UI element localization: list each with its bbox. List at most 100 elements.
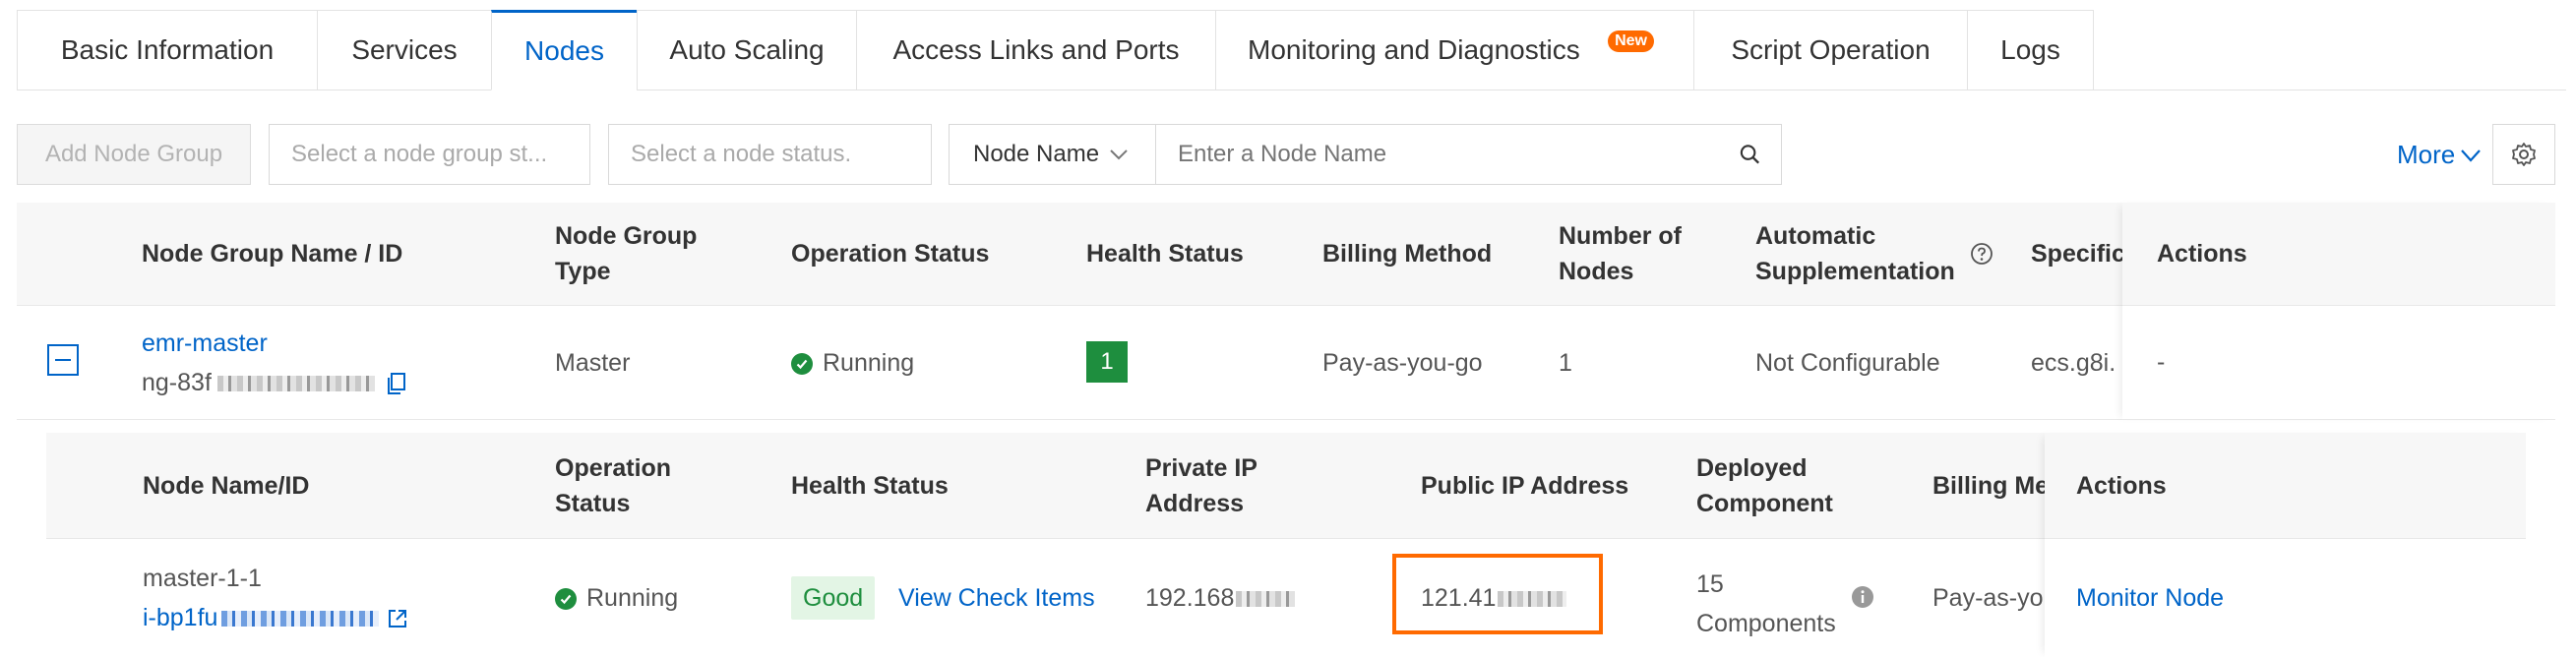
- header-billing-method: Billing Me: [1932, 472, 2045, 500]
- header-line: Supplementation: [1755, 258, 1955, 285]
- header-line: Status: [555, 490, 631, 517]
- tab-logs[interactable]: Logs: [1967, 10, 2094, 90]
- add-node-group-button[interactable]: Add Node Group: [17, 124, 251, 185]
- header-node-operation-status: Operation Status: [555, 450, 671, 521]
- header-node-group-type: Node Group Type: [555, 218, 697, 289]
- tab-label: Auto Scaling: [669, 34, 825, 65]
- health-count-badge[interactable]: 1: [1086, 341, 1128, 383]
- node-billing-method: Pay-as-yo: [1932, 584, 2044, 612]
- view-check-items-link[interactable]: View Check Items: [898, 584, 1095, 613]
- header-specification: Specific: [2031, 240, 2125, 268]
- tab-bar: Basic Information Services Nodes Auto Sc…: [17, 10, 2094, 90]
- tab-script-operation[interactable]: Script Operation: [1693, 10, 1967, 90]
- header-billing-method: Billing Method: [1322, 240, 1493, 268]
- private-ip: 192.168: [1145, 584, 1296, 613]
- search-field-label: Node Name: [973, 141, 1100, 167]
- node-group-id: ng-83f: [142, 369, 406, 397]
- header-line: Component: [1696, 490, 1833, 517]
- tab-access-links-and-ports[interactable]: Access Links and Ports: [856, 10, 1215, 90]
- tab-label: Basic Information: [60, 34, 275, 65]
- search-input[interactable]: [1156, 125, 1739, 184]
- info-icon[interactable]: [1851, 585, 1874, 609]
- check-circle-icon: [555, 587, 577, 610]
- header-private-ip: Private IP Address: [1145, 450, 1257, 521]
- header-node-name: Node Name/ID: [143, 472, 310, 500]
- header-line: Address: [1145, 490, 1245, 517]
- node-group-status-placeholder: Select a node group st...: [291, 141, 548, 167]
- header-line: Node Group: [555, 222, 698, 250]
- header-number-of-nodes: Number of Nodes: [1559, 218, 1682, 289]
- header-node-actions: Actions: [2076, 472, 2167, 500]
- node-actions-column: Actions Monitor Node: [2045, 433, 2526, 657]
- node-name: master-1-1: [143, 565, 262, 592]
- header-line: Number of: [1559, 222, 1682, 250]
- node-operation-status-text: Running: [586, 584, 679, 612]
- health-good-tag: Good: [791, 576, 876, 620]
- collapse-row-toggle[interactable]: [47, 344, 79, 376]
- public-ip-highlight: [1392, 554, 1603, 634]
- node-name-search: [1155, 124, 1782, 185]
- tab-label: Nodes: [524, 35, 604, 66]
- new-badge: New: [1608, 30, 1654, 52]
- tab-nodes[interactable]: Nodes: [491, 10, 637, 90]
- settings-button[interactable]: [2492, 124, 2555, 185]
- tab-label: Access Links and Ports: [892, 34, 1180, 65]
- header-node-health-status: Health Status: [791, 472, 949, 500]
- node-id-link[interactable]: i-bp1fu: [143, 604, 408, 632]
- actions-column: Actions -: [2122, 203, 2555, 420]
- check-circle-icon: [791, 352, 813, 375]
- components-count: 15: [1696, 570, 1724, 598]
- header-public-ip: Public IP Address: [1421, 472, 1629, 500]
- redacted-text: [221, 610, 380, 627]
- header-line: Deployed: [1696, 454, 1808, 482]
- header-operation-status: Operation Status: [791, 240, 990, 268]
- gear-icon: [2512, 143, 2536, 166]
- tab-label: Services: [351, 34, 458, 65]
- tab-basic-information[interactable]: Basic Information: [17, 10, 317, 90]
- chevron-down-icon: [1110, 149, 1128, 160]
- search-icon[interactable]: [1739, 143, 1761, 166]
- tab-label: Script Operation: [1731, 34, 1931, 65]
- help-circle-icon[interactable]: [1970, 242, 1993, 266]
- monitor-node-link[interactable]: Monitor Node: [2076, 584, 2224, 613]
- copy-icon[interactable]: [387, 372, 406, 395]
- deployed-components: 15 Components: [1696, 565, 1836, 643]
- node-status-placeholder: Select a node status.: [631, 141, 852, 167]
- header-node-group-name: Node Group Name / ID: [142, 240, 403, 268]
- node-status-select[interactable]: Select a node status.: [608, 124, 932, 185]
- automatic-supplementation: Not Configurable: [1755, 349, 1940, 377]
- redacted-text: [216, 375, 375, 391]
- node-group-name-link[interactable]: emr-master: [142, 329, 268, 358]
- billing-method: Pay-as-you-go: [1322, 349, 1483, 377]
- node-count: 1: [1559, 349, 1572, 377]
- operation-status-text: Running: [823, 349, 915, 377]
- header-line: Type: [555, 258, 611, 285]
- more-label: More: [2397, 140, 2456, 169]
- search-field-select[interactable]: Node Name: [949, 124, 1156, 185]
- private-ip-text: 192.168: [1145, 584, 1235, 612]
- node-group-type: Master: [555, 349, 631, 377]
- node-operation-status: Running: [555, 584, 678, 613]
- more-button[interactable]: More: [2397, 140, 2483, 170]
- header-automatic-supplementation: Automatic Supplementation: [1755, 218, 1955, 289]
- node-group-status-select[interactable]: Select a node group st...: [269, 124, 590, 185]
- tab-monitoring-and-diagnostics[interactable]: Monitoring and Diagnostics New: [1215, 10, 1693, 90]
- header-health-status: Health Status: [1086, 240, 1244, 268]
- tab-services[interactable]: Services: [317, 10, 491, 90]
- tab-label: Monitoring and Diagnostics: [1248, 34, 1580, 65]
- tab-auto-scaling[interactable]: Auto Scaling: [637, 10, 856, 90]
- node-group-id-text: ng-83f: [142, 369, 212, 396]
- header-line: Private IP: [1145, 454, 1257, 482]
- header-deployed-component: Deployed Component: [1696, 450, 1833, 521]
- tab-label: Logs: [2000, 34, 2060, 65]
- header-line: Operation: [555, 454, 672, 482]
- header-actions: Actions: [2157, 240, 2247, 268]
- header-line: Nodes: [1559, 258, 1634, 285]
- node-id-text: i-bp1fu: [143, 604, 218, 631]
- redacted-text: [1236, 590, 1296, 607]
- header-line: Automatic: [1755, 222, 1876, 250]
- chevron-down-icon: [2461, 149, 2482, 162]
- group-actions-empty: -: [2157, 348, 2166, 376]
- operation-status: Running: [791, 349, 914, 378]
- external-link-icon[interactable]: [387, 608, 408, 629]
